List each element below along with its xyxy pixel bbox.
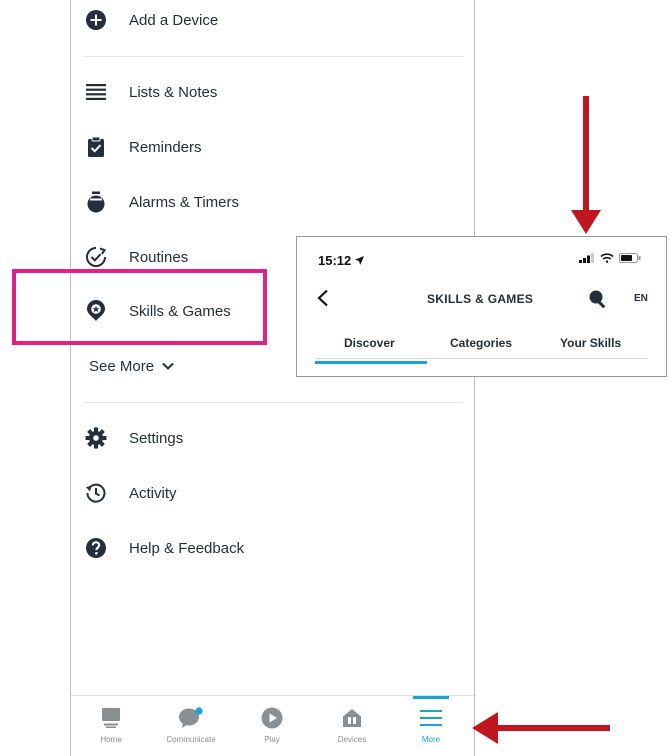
menu-item-label: Alarms & Timers	[129, 193, 240, 211]
see-more-toggle[interactable]: See More	[89, 351, 174, 381]
more-menu-screen: Add a Device Lists & Notes Reminders Ala…	[70, 0, 475, 756]
divider	[83, 56, 463, 57]
menu-item-alarms-timers[interactable]: Alarms & Timers	[83, 182, 239, 222]
help-icon	[83, 535, 109, 561]
menu-item-settings[interactable]: Settings	[83, 418, 183, 458]
arrow-left-icon	[472, 708, 612, 753]
list-icon	[83, 79, 109, 105]
menu-item-reminders[interactable]: Reminders	[83, 127, 202, 167]
nav-play-label: Play	[264, 735, 280, 744]
search-icon[interactable]	[588, 289, 608, 314]
language-toggle[interactable]: EN	[634, 293, 648, 304]
menu-item-add-device[interactable]: Add a Device	[83, 0, 218, 40]
menu-item-label: Activity	[129, 484, 177, 502]
menu-item-help-feedback[interactable]: Help & Feedback	[83, 528, 244, 568]
back-chevron-icon[interactable]	[317, 289, 329, 312]
nav-home-label: Home	[100, 735, 122, 744]
nav-play[interactable]: Play	[232, 696, 312, 756]
nav-devices[interactable]: Devices	[312, 696, 392, 756]
status-icons	[579, 253, 641, 263]
chat-bubble-icon	[178, 707, 204, 729]
wifi-icon	[600, 253, 614, 263]
screen-title: SKILLS & GAMES	[427, 292, 534, 306]
location-arrow-icon	[355, 256, 365, 265]
devices-house-icon	[342, 707, 362, 729]
history-icon	[83, 480, 109, 506]
menu-item-label: Settings	[129, 429, 184, 447]
tab-your-skills[interactable]: Your Skills	[560, 336, 621, 350]
clipboard-check-icon	[83, 134, 109, 160]
tab-discover[interactable]: Discover	[344, 336, 395, 350]
active-tab-indicator	[413, 696, 449, 699]
skills-games-highlight-box	[12, 269, 267, 345]
status-time: 15:12	[318, 253, 365, 268]
menu-item-lists-notes[interactable]: Lists & Notes	[83, 72, 217, 112]
skills-games-screen-inset: 15:12 SKILLS & GAMES EN Discover Categor…	[296, 236, 667, 377]
nav-more-label: More	[421, 735, 441, 744]
nav-devices-label: Devices	[337, 735, 367, 744]
chevron-down-icon	[162, 362, 174, 370]
menu-item-label: Add a Device	[129, 11, 219, 29]
see-more-label: See More	[89, 357, 155, 375]
menu-icon	[420, 707, 442, 729]
plus-circle-icon	[83, 7, 109, 33]
nav-communicate[interactable]: Communicate	[151, 696, 231, 756]
nav-more[interactable]: More	[391, 696, 471, 756]
tab-divider	[315, 358, 647, 359]
gear-icon	[83, 425, 109, 451]
menu-item-label: Lists & Notes	[129, 83, 218, 101]
home-icon	[102, 707, 120, 729]
tab-categories[interactable]: Categories	[450, 336, 512, 350]
battery-icon	[619, 253, 641, 263]
active-tab-indicator	[315, 361, 427, 364]
bottom-nav: Home Communicate Play Devices More	[71, 695, 474, 756]
menu-item-label: Reminders	[129, 138, 202, 156]
play-icon	[261, 707, 283, 729]
alarm-clock-icon	[83, 189, 109, 215]
divider	[83, 402, 463, 403]
routines-icon	[83, 244, 109, 270]
signal-icon	[579, 253, 595, 263]
arrow-down-icon	[571, 96, 601, 241]
nav-home[interactable]: Home	[71, 696, 151, 756]
menu-item-label: Help & Feedback	[129, 539, 245, 557]
menu-item-activity[interactable]: Activity	[83, 473, 177, 513]
nav-communicate-label: Communicate	[166, 735, 216, 744]
menu-item-label: Routines	[129, 248, 189, 266]
